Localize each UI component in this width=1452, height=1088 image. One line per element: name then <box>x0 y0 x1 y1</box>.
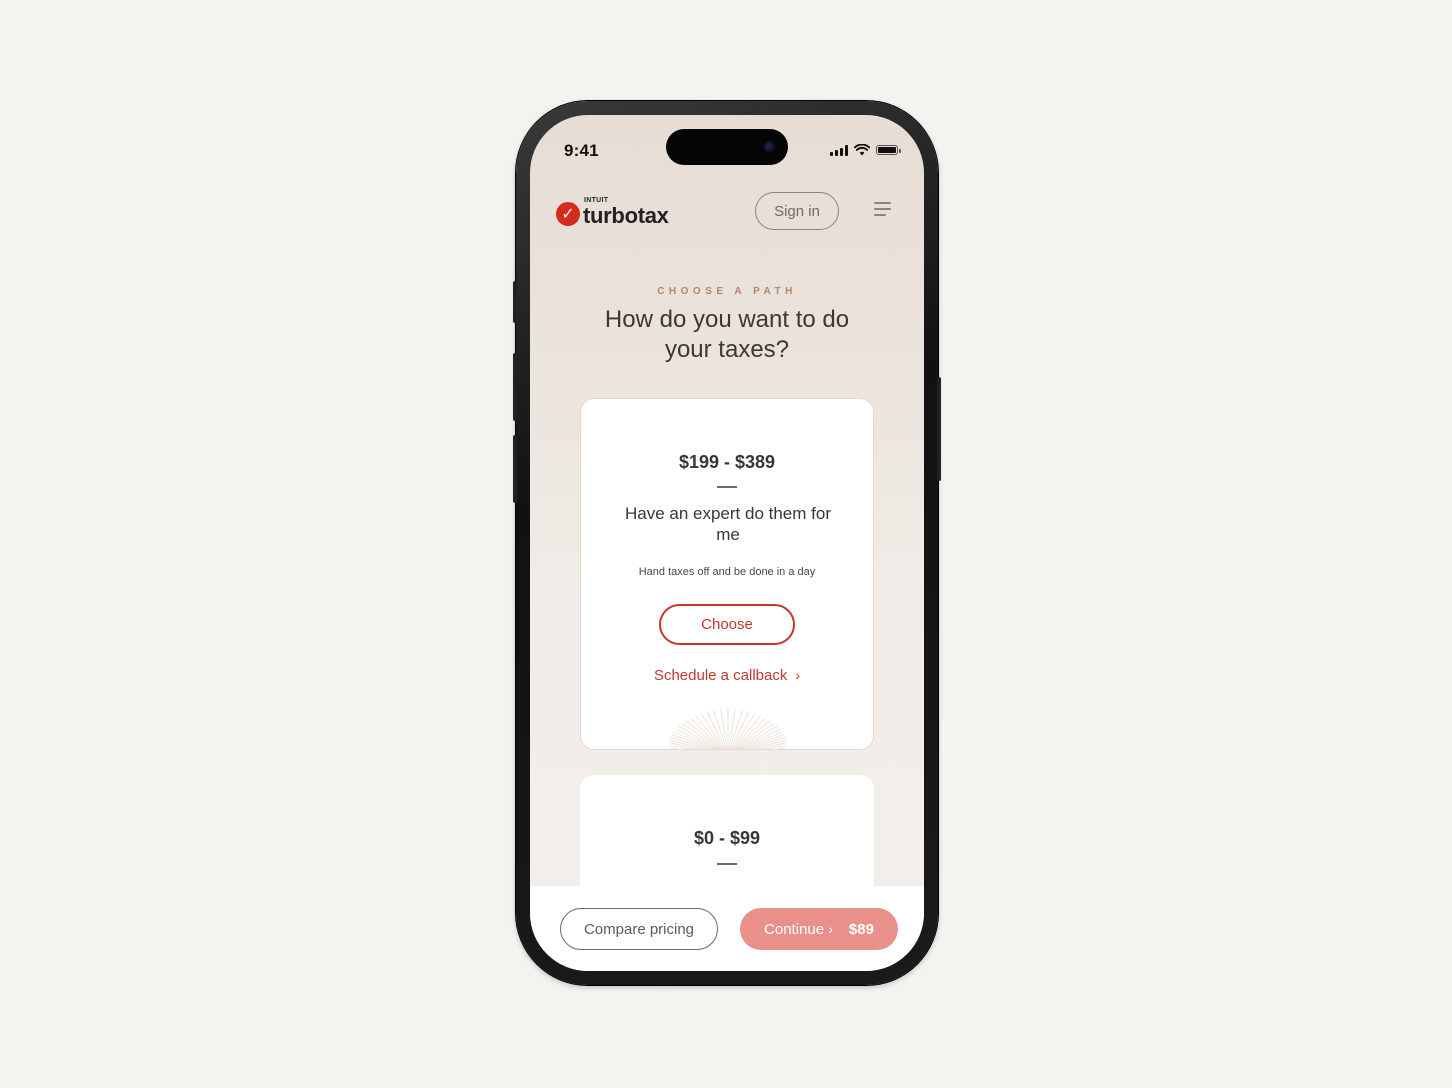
page-title: How do you want to do your taxes? <box>604 306 850 363</box>
continue-price: $89 <box>848 920 874 938</box>
volume-down-button <box>513 435 517 503</box>
status-icons <box>830 144 901 156</box>
camera-icon <box>764 141 776 153</box>
chevron-right-icon: › <box>795 667 801 683</box>
card-price: $199 - $389 <box>678 452 776 472</box>
power-button <box>937 377 941 481</box>
turbotax-logo[interactable]: ✓ INTUIT turbotax <box>556 197 669 229</box>
callback-label: Schedule a callback <box>653 667 788 684</box>
hamburger-menu-icon[interactable] <box>874 202 891 216</box>
sign-in-button[interactable]: Sign in <box>755 192 839 230</box>
compare-pricing-button[interactable]: Compare pricing <box>560 908 718 950</box>
expert-option-card: $199 - $389 Have an expert do them for m… <box>580 398 874 750</box>
bottom-action-bar: Compare pricing Continue › $89 <box>530 886 924 971</box>
continue-button[interactable]: Continue › $89 <box>740 908 898 950</box>
battery-icon <box>876 145 901 155</box>
card-divider <box>717 863 737 865</box>
volume-up-button <box>513 353 517 421</box>
sunburst-decoration <box>669 707 787 749</box>
card-description: Hand taxes off and be done in a day <box>638 566 816 578</box>
action-button <box>513 281 517 323</box>
page-background: 9:41 ✓ INTUIT turbotax Sign in CHOOSE A … <box>0 0 1452 1088</box>
chevron-right-icon: › <box>828 920 833 937</box>
status-time: 9:41 <box>564 141 599 160</box>
schedule-callback-link[interactable]: Schedule a callback › <box>581 667 873 684</box>
card-divider <box>717 486 737 488</box>
eyebrow-label: CHOOSE A PATH <box>657 286 797 297</box>
card-title: Have an expert do them for me <box>624 504 831 544</box>
phone-frame: 9:41 ✓ INTUIT turbotax Sign in CHOOSE A … <box>513 101 941 985</box>
choose-button[interactable]: Choose <box>659 604 795 645</box>
continue-label: Continue <box>764 920 825 938</box>
phone-screen: 9:41 ✓ INTUIT turbotax Sign in CHOOSE A … <box>530 115 924 971</box>
cellular-signal-icon <box>830 144 848 156</box>
card-price: $0 - $99 <box>693 828 761 848</box>
brand-intuit: INTUIT <box>584 197 609 204</box>
wifi-icon <box>854 144 870 156</box>
dynamic-island <box>666 129 788 165</box>
checkmark-icon: ✓ <box>556 202 580 226</box>
